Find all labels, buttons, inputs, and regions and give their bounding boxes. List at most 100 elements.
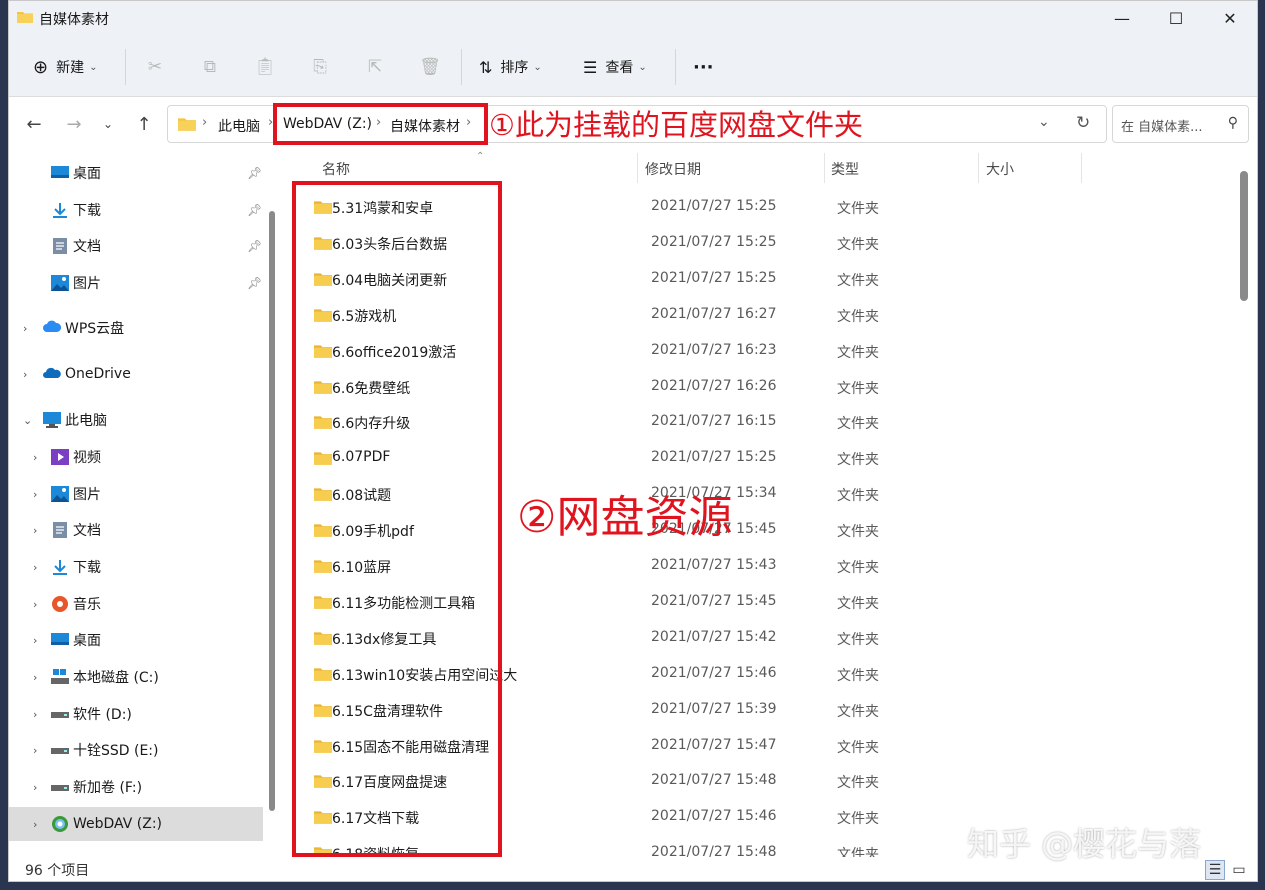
file-modified-date: 2021/07/27 15:46: [651, 808, 777, 825]
file-modified-date: 2021/07/27 15:25: [651, 198, 777, 214]
sidebar-item-label: 视频: [73, 450, 101, 466]
command-bar: ⊕ 新建 ⌄ ✂ ⧉ 📋︎ ⎘ ⇱ 🗑︎ ⇅ 排序 ⌄ ☰ 查看 ⌄ ···: [9, 35, 1257, 97]
view-list-icon: ☰: [583, 57, 598, 77]
file-modified-date: 2021/07/27 15:25: [651, 233, 777, 250]
sidebar-scrollbar[interactable]: [269, 211, 275, 811]
sidebar-item[interactable]: › 本地磁盘 (C:): [9, 660, 263, 694]
column-header-type[interactable]: 类型: [831, 159, 859, 179]
sidebar-item[interactable]: 桌面 📌︎: [9, 156, 263, 190]
chevron-right-icon[interactable]: ›: [33, 708, 37, 721]
large-icons-view-icon[interactable]: ▭: [1229, 860, 1249, 880]
chevron-right-icon[interactable]: ›: [33, 561, 37, 574]
file-type: 文件夹: [837, 524, 879, 541]
toolbar-separator: [461, 49, 462, 85]
file-type: 文件夹: [837, 488, 879, 505]
search-box[interactable]: 在 自媒体素... ⚲: [1112, 105, 1249, 143]
delete-icon[interactable]: 🗑︎: [418, 55, 442, 79]
sidebar-item[interactable]: › 下载: [9, 550, 263, 584]
sidebar-item[interactable]: › 桌面: [9, 623, 263, 657]
sidebar-item-label: 下载: [73, 203, 101, 219]
chevron-down-icon: ⌄: [638, 61, 647, 73]
file-type: 文件夹: [837, 847, 879, 857]
view-button[interactable]: ☰ 查看 ⌄: [583, 53, 647, 81]
sort-label: 排序: [500, 60, 529, 76]
sidebar-item[interactable]: › OneDrive: [9, 357, 263, 391]
maximize-button[interactable]: ☐: [1149, 1, 1203, 35]
back-arrow-icon[interactable]: ←: [21, 111, 47, 137]
sidebar-item[interactable]: › 音乐: [9, 587, 263, 621]
cloud-icon: [43, 320, 62, 336]
document-icon: [51, 522, 69, 538]
chevron-right-icon[interactable]: ›: [33, 634, 37, 647]
share-icon[interactable]: ⇱: [363, 55, 387, 79]
drive-icon: [51, 779, 69, 795]
chevron-right-icon[interactable]: ›: [33, 488, 37, 501]
sidebar-item[interactable]: › 视频: [9, 440, 263, 474]
file-type: 文件夹: [837, 703, 879, 720]
sidebar-item[interactable]: › 文档: [9, 513, 263, 547]
picture-icon: [51, 486, 69, 502]
chevron-right-icon[interactable]: ›: [23, 368, 27, 381]
sort-button[interactable]: ⇅ 排序 ⌄: [479, 53, 542, 81]
file-type: 文件夹: [837, 667, 879, 684]
column-separator: [637, 153, 638, 183]
file-modified-date: 2021/07/27 15:45: [651, 592, 777, 609]
address-history-chevron-icon[interactable]: ⌄: [1038, 114, 1050, 130]
column-separator: [978, 153, 979, 183]
sidebar-item[interactable]: › 图片: [9, 477, 263, 511]
file-type: 文件夹: [837, 272, 879, 289]
pin-icon: 📌︎: [247, 203, 263, 217]
file-modified-date: 2021/07/27 16:15: [651, 413, 777, 430]
file-list-scrollbar[interactable]: [1240, 171, 1248, 301]
up-arrow-icon[interactable]: ↑: [131, 111, 157, 137]
copy-icon[interactable]: ⧉: [198, 55, 222, 79]
file-modified-date: 2021/07/27 16:26: [651, 377, 777, 394]
chevron-right-icon[interactable]: ›: [33, 818, 37, 831]
paste-icon[interactable]: 📋︎: [253, 55, 277, 79]
column-header-modified[interactable]: 修改日期: [645, 159, 701, 179]
sidebar-item[interactable]: › 软件 (D:): [9, 697, 263, 731]
recent-locations-chevron-icon[interactable]: ⌄: [95, 111, 121, 137]
chevron-right-icon[interactable]: ›: [33, 598, 37, 611]
sidebar-item-label: 文档: [73, 523, 101, 539]
close-button[interactable]: ✕: [1203, 1, 1257, 35]
refresh-icon[interactable]: ↻: [1076, 113, 1090, 133]
sidebar-item[interactable]: › 新加卷 (F:): [9, 770, 263, 804]
network-drive-icon: [51, 816, 69, 832]
cut-icon[interactable]: ✂: [143, 55, 167, 79]
details-view-icon[interactable]: ☰: [1205, 860, 1225, 880]
file-modified-date: 2021/07/27 15:47: [651, 736, 777, 753]
chevron-down-icon[interactable]: ⌄: [23, 414, 32, 427]
new-label: 新建: [56, 60, 85, 76]
annotation-box-mount: [273, 103, 488, 145]
chevron-right-icon[interactable]: ›: [33, 451, 37, 464]
rename-icon[interactable]: ⎘: [308, 55, 332, 79]
search-icon: ⚲: [1227, 115, 1238, 131]
watermark: 知乎 @樱花与落: [967, 825, 1202, 863]
title-bar: 自媒体素材 — ☐ ✕: [9, 1, 1257, 35]
chevron-right-icon[interactable]: ›: [33, 524, 37, 537]
sidebar-item[interactable]: 图片 📌︎: [9, 266, 263, 300]
chevron-right-icon[interactable]: ›: [33, 671, 37, 684]
column-header-size[interactable]: 大小: [986, 159, 1014, 179]
sidebar-item[interactable]: 下载 📌︎: [9, 193, 263, 227]
breadcrumb-this-pc[interactable]: 此电脑: [218, 116, 260, 136]
chevron-right-icon[interactable]: ›: [33, 781, 37, 794]
drive-icon: [51, 742, 69, 758]
column-header-name[interactable]: 名称: [322, 159, 350, 179]
annotation-box-resources: [292, 181, 502, 857]
sidebar-item[interactable]: ⌄ 此电脑: [9, 403, 263, 437]
more-options-button[interactable]: ···: [693, 53, 714, 81]
sidebar-item[interactable]: 文档 📌︎: [9, 229, 263, 263]
chevron-right-icon[interactable]: ›: [33, 744, 37, 757]
forward-arrow-icon[interactable]: →: [61, 111, 87, 137]
chevron-right-icon[interactable]: ›: [23, 322, 27, 335]
sidebar-item[interactable]: › WebDAV (Z:): [9, 807, 263, 841]
sidebar-item[interactable]: › WPS云盘: [9, 311, 263, 345]
sidebar-item[interactable]: › 十铨SSD (E:): [9, 733, 263, 767]
chevron-down-icon: ⌄: [533, 61, 542, 73]
file-type: 文件夹: [837, 344, 879, 361]
new-button[interactable]: ⊕ 新建 ⌄: [33, 53, 97, 81]
minimize-button[interactable]: —: [1095, 1, 1149, 35]
pin-icon: 📌︎: [247, 276, 263, 290]
